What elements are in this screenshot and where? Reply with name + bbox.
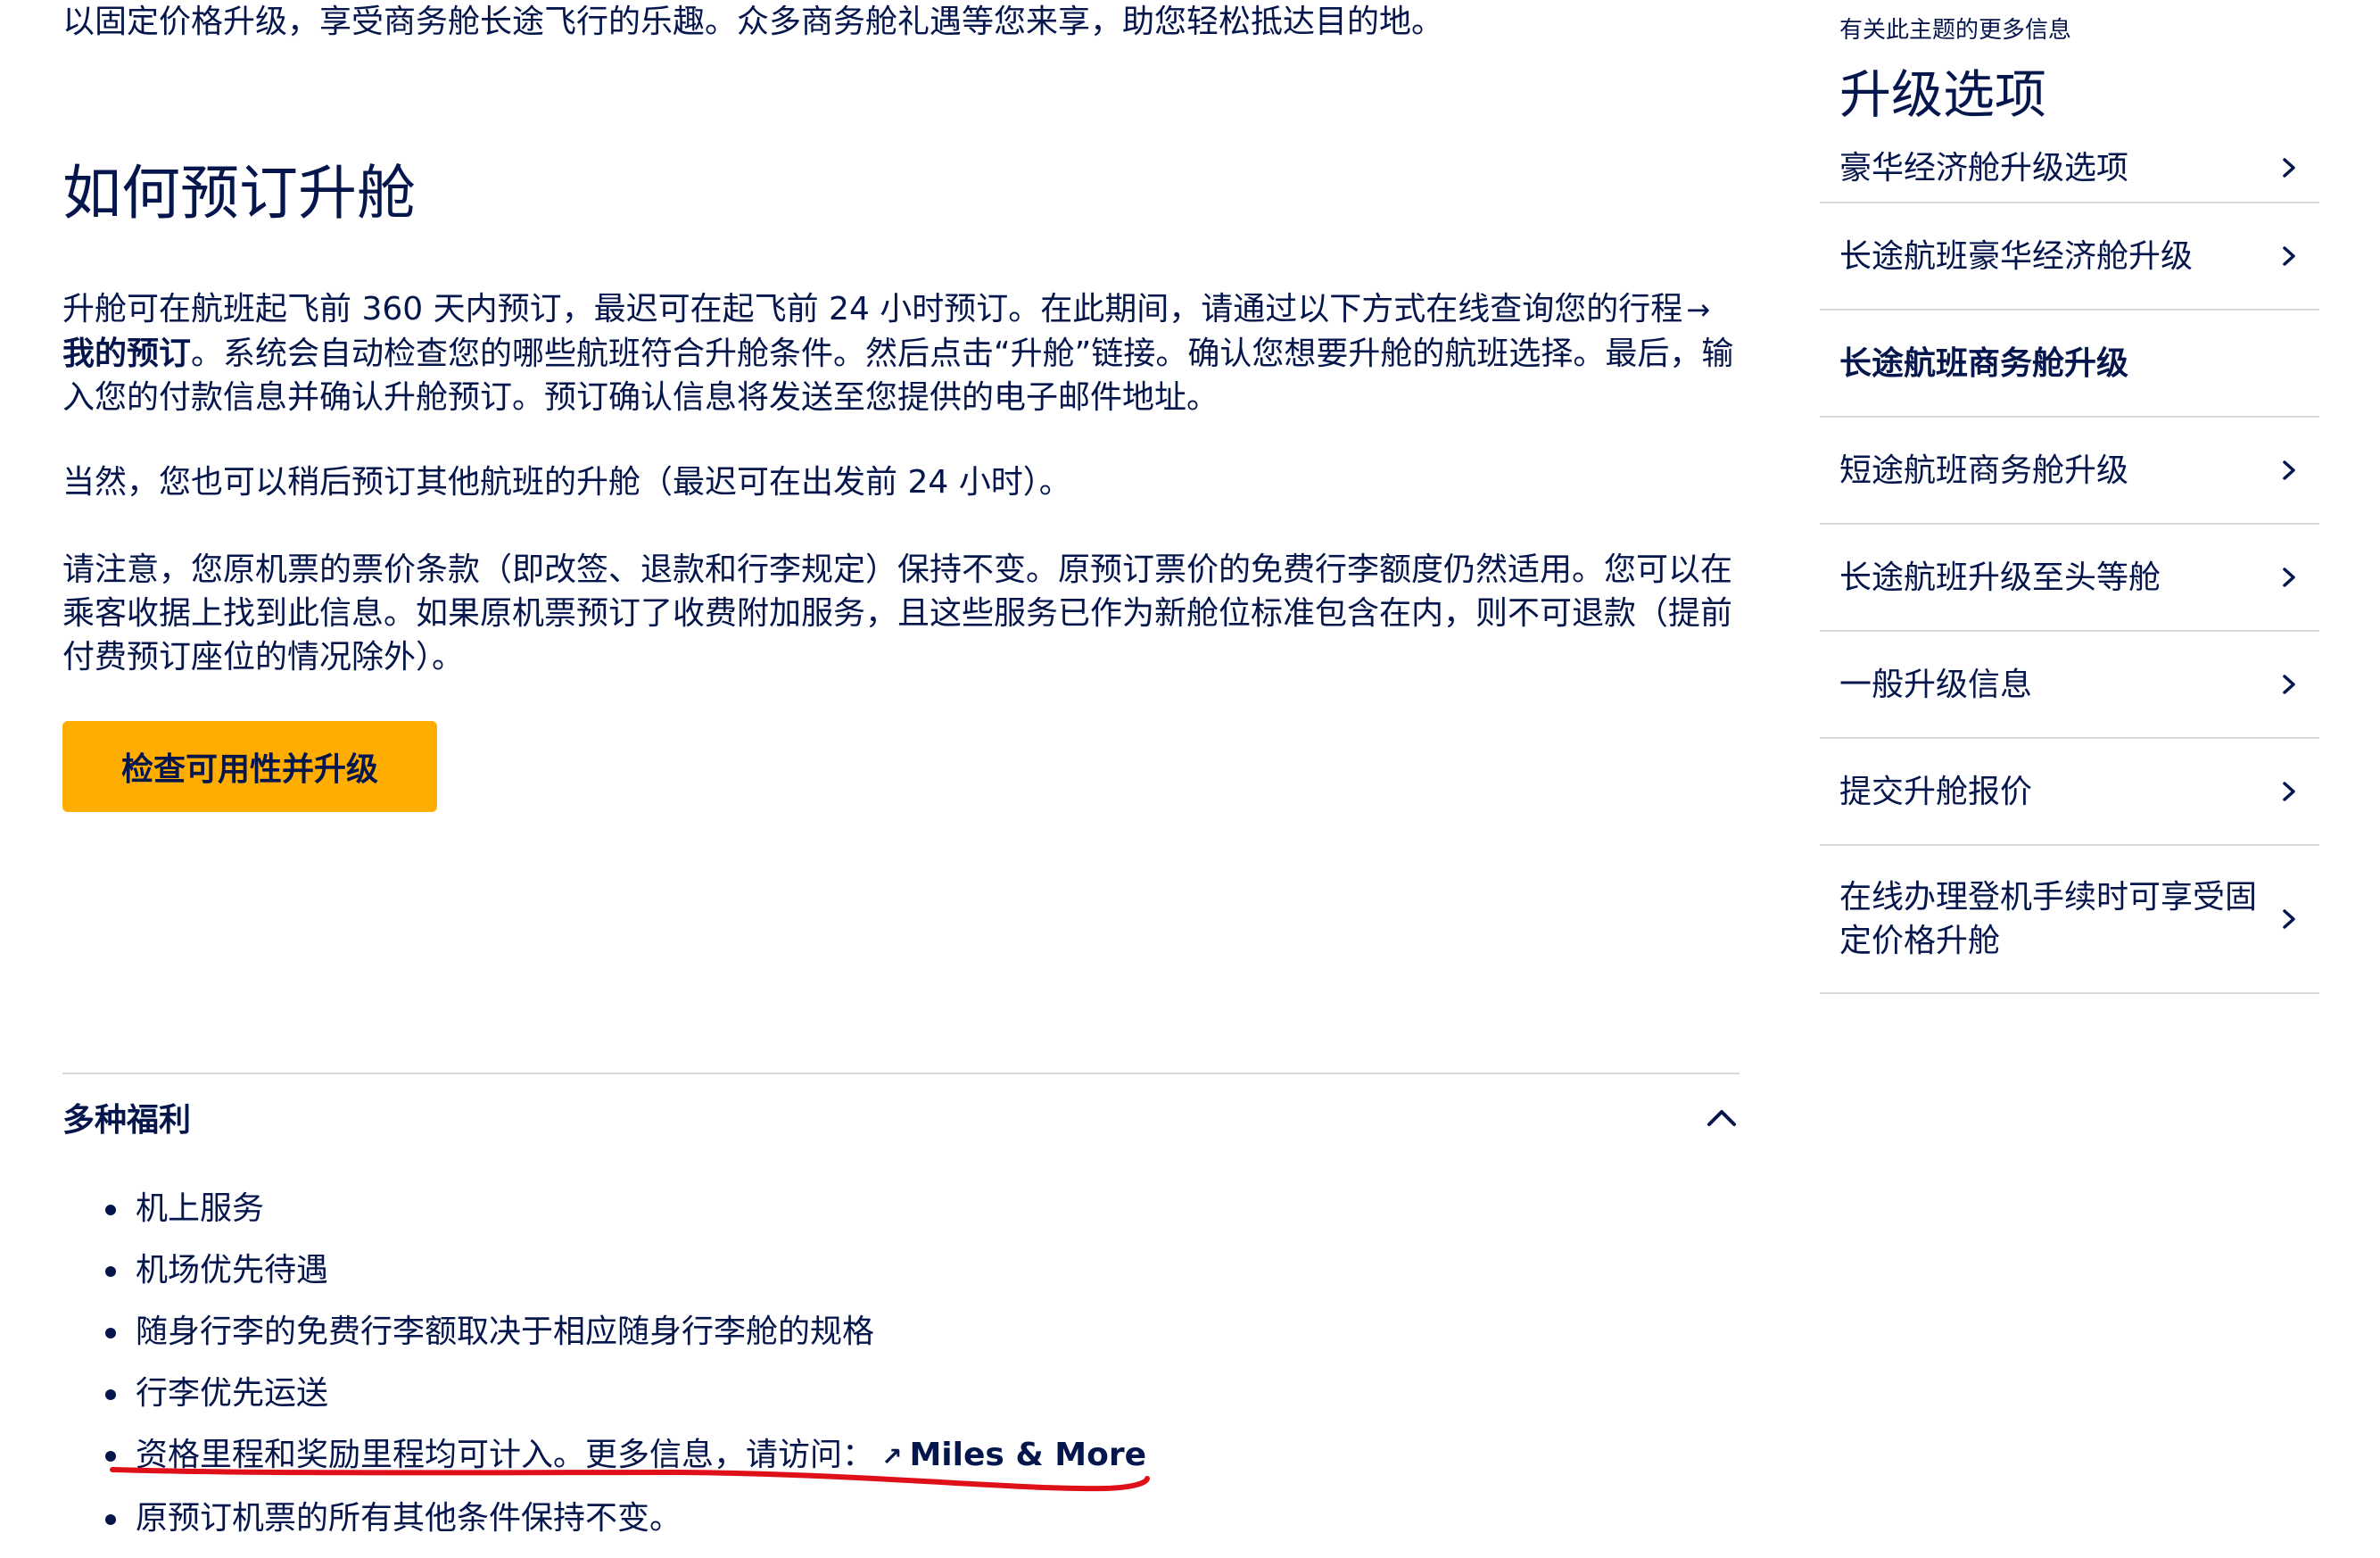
sidebar-item-longhaul-premium-economy[interactable]: 长途航班豪华经济舱升级 bbox=[1820, 203, 2319, 311]
list-item: 机场优先待遇 bbox=[62, 1239, 1146, 1301]
bullet-icon bbox=[105, 1514, 116, 1525]
bullet-icon bbox=[105, 1451, 116, 1462]
list-item-text: 机上服务 bbox=[136, 1190, 265, 1227]
chevron-right-icon bbox=[2277, 565, 2301, 590]
sidebar-item-longhaul-business[interactable]: 长途航班商务舱升级 bbox=[1820, 311, 2319, 418]
miles-and-more-label: Miles & More bbox=[909, 1437, 1147, 1473]
chevron-right-icon bbox=[2277, 907, 2301, 932]
sidebar-item-general-upgrade-info[interactable]: 一般升级信息 bbox=[1820, 632, 2319, 739]
intro-text: 以固定价格升级，享受商务舱长途飞行的乐趣。众多商务舱礼遇等您来享，助您轻松抵达目… bbox=[62, 4, 1444, 40]
bullet-icon bbox=[105, 1266, 116, 1277]
list-item-text: 原预订机票的所有其他条件保持不变。 bbox=[136, 1500, 682, 1537]
list-item-text: 随身行李的免费行李额取决于相应随身行李舱的规格 bbox=[136, 1314, 875, 1350]
benefits-accordion-header[interactable]: 多种福利 bbox=[62, 1089, 1740, 1146]
booking-paragraph-text: 升舱可在航班起飞前 360 天内预订，最迟可在起飞前 24 小时预订。在此期间，… bbox=[62, 291, 1683, 327]
list-item-text: 资格里程和奖励里程均可计入。更多信息，请访问： bbox=[136, 1437, 875, 1473]
page: 以固定价格升级，享受商务舱长途飞行的乐趣。众多商务舱礼遇等您来享，助您轻松抵达目… bbox=[0, 0, 2380, 1558]
sidebar-item-shorthaul-business[interactable]: 短途航班商务舱升级 bbox=[1820, 418, 2319, 525]
miles-and-more-link[interactable]: ↗ Miles & More bbox=[881, 1437, 1146, 1473]
section-title: 如何预订升舱 bbox=[62, 159, 416, 228]
sidebar-item-label: 长途航班商务舱升级 bbox=[1839, 344, 2129, 382]
booking-paragraph: 升舱可在航班起飞前 360 天内预订，最迟可在起飞前 24 小时预订。在此期间，… bbox=[62, 287, 1740, 419]
sidebar-item-label: 短途航班商务舱升级 bbox=[1839, 452, 2129, 489]
list-item-text: 行李优先运送 bbox=[136, 1375, 329, 1412]
external-link-icon: ↗ bbox=[881, 1442, 903, 1471]
accordion-divider bbox=[62, 1073, 1740, 1074]
sidebar-item-label: 长途航班豪华经济舱升级 bbox=[1839, 237, 2194, 275]
sidebar-item-checkin-fixed-price-upgrade[interactable]: 在线办理登机手续时可享受固定价格升舱 bbox=[1820, 846, 2319, 994]
chevron-right-icon bbox=[2277, 458, 2301, 483]
chevron-right-icon bbox=[2277, 779, 2301, 804]
sidebar-title: 升级选项 bbox=[1839, 64, 2047, 125]
bullet-icon bbox=[105, 1328, 116, 1338]
list-item: 随身行李的免费行李额取决于相应随身行李舱的规格 bbox=[62, 1301, 1146, 1363]
sidebar-item-label: 豪华经济舱升级选项 bbox=[1839, 149, 2129, 186]
benefits-list: 机上服务 机场优先待遇 随身行李的免费行李额取决于相应随身行李舱的规格 行李优先… bbox=[62, 1178, 1146, 1549]
list-item: 机上服务 bbox=[62, 1178, 1146, 1239]
list-item: 资格里程和奖励里程均可计入。更多信息，请访问： ↗ Miles & More bbox=[62, 1424, 1146, 1488]
sidebar-item-label: 在线办理登机手续时可享受固定价格升舱 bbox=[1839, 879, 2258, 959]
sidebar-item-longhaul-first[interactable]: 长途航班升级至头等舱 bbox=[1820, 525, 2319, 632]
bullet-icon bbox=[105, 1205, 116, 1215]
sidebar-item-submit-upgrade-bid[interactable]: 提交升舱报价 bbox=[1820, 739, 2319, 846]
sidebar-eyebrow: 有关此主题的更多信息 bbox=[1839, 17, 2072, 44]
chevron-right-icon bbox=[2277, 672, 2301, 697]
chevron-up-icon[interactable] bbox=[1704, 1099, 1740, 1135]
check-availability-button[interactable]: 检查可用性并升级 bbox=[62, 721, 437, 812]
sidebar-item-premium-economy-options[interactable]: 豪华经济舱升级选项 bbox=[1820, 134, 2319, 203]
arrow-right-icon: → bbox=[1686, 293, 1711, 327]
accordion-title: 多种福利 bbox=[62, 1102, 192, 1139]
list-item: 行李优先运送 bbox=[62, 1363, 1146, 1424]
my-bookings-link[interactable]: 我的预订 bbox=[62, 336, 191, 372]
fare-conditions-paragraph: 请注意，您原机票的票价条款（即改签、退款和行李规定）保持不变。原预订票价的免费行… bbox=[62, 551, 1733, 675]
list-item: 原预订机票的所有其他条件保持不变。 bbox=[62, 1488, 1146, 1549]
sidebar-item-label: 提交升舱报价 bbox=[1839, 773, 2033, 810]
chevron-right-icon bbox=[2277, 244, 2301, 269]
bullet-icon bbox=[105, 1389, 116, 1400]
chevron-right-icon bbox=[2277, 155, 2301, 180]
later-upgrade-paragraph: 当然，您也可以稍后预订其他航班的升舱（最迟可在出发前 24 小时）。 bbox=[62, 464, 1071, 501]
sidebar-item-label: 长途航班升级至头等舱 bbox=[1839, 559, 2161, 596]
sidebar-item-label: 一般升级信息 bbox=[1839, 666, 2033, 703]
booking-paragraph-rest: 。系统会自动检查您的哪些航班符合升舱条件。然后点击“升舱”链接。确认您想要升舱的… bbox=[62, 336, 1734, 416]
list-item-text: 机场优先待遇 bbox=[136, 1252, 329, 1289]
